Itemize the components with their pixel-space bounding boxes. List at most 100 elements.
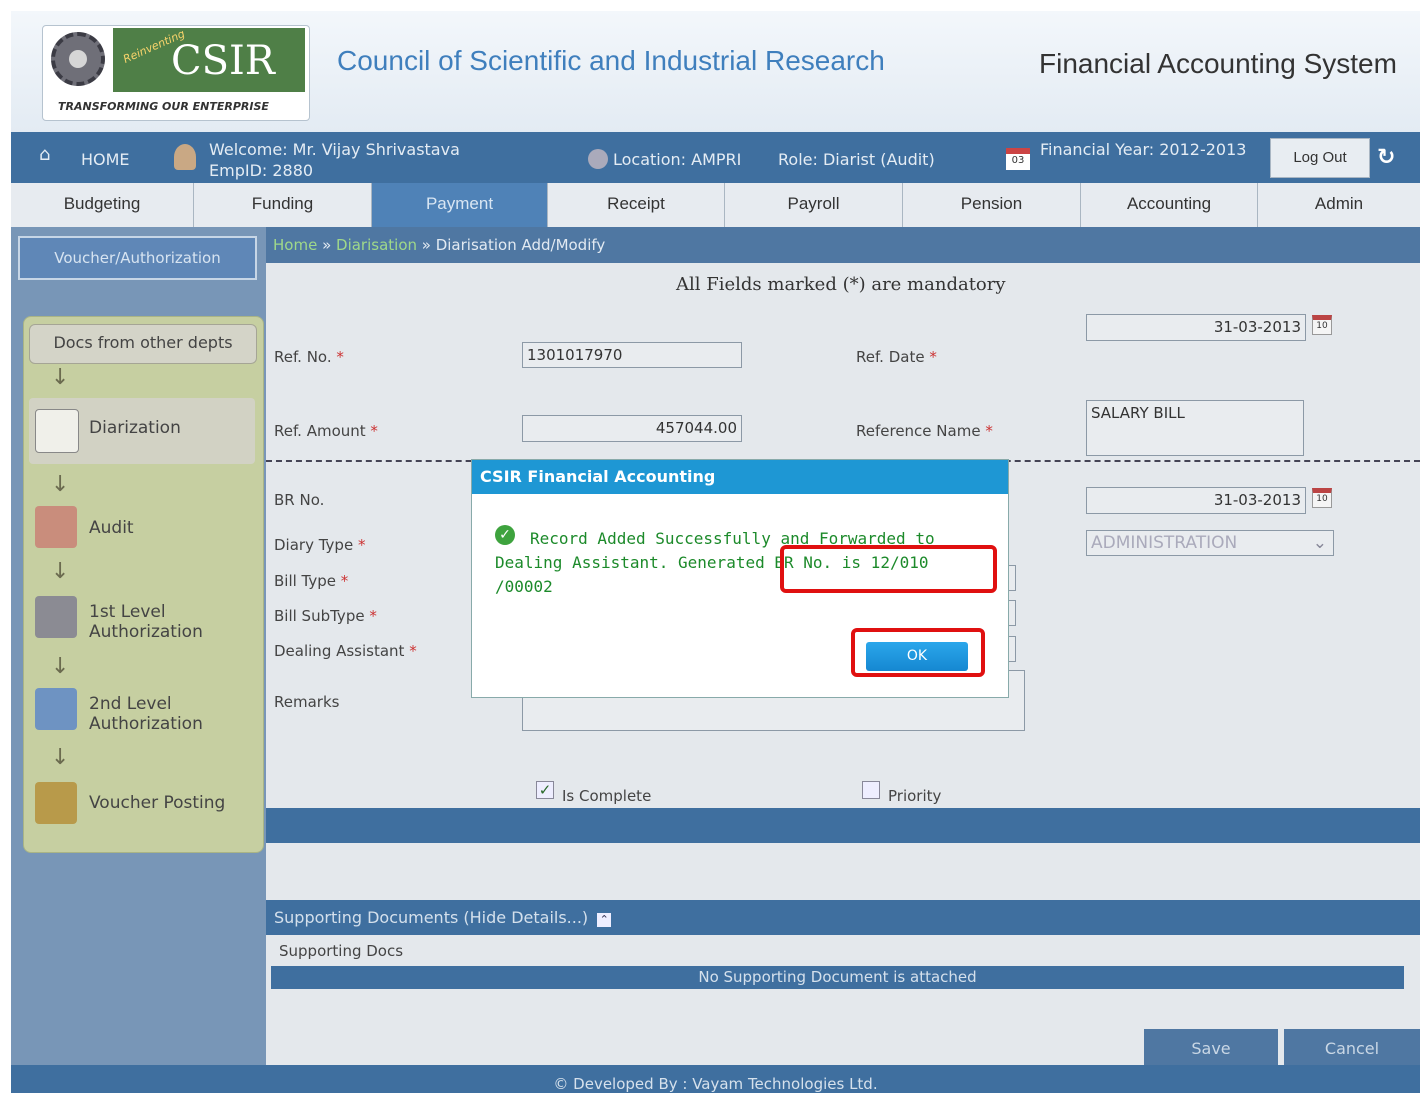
step-label-2: Authorization bbox=[89, 714, 203, 734]
breadcrumb-diarisation[interactable]: Diarisation bbox=[336, 236, 417, 254]
dialog-title: CSIR Financial Accounting bbox=[472, 460, 1008, 494]
arrow-down-icon: ↓ bbox=[51, 472, 70, 497]
tab-payment[interactable]: Payment bbox=[372, 183, 548, 227]
calendar-icon[interactable]: 10 bbox=[1312, 488, 1332, 508]
br-number-highlight bbox=[780, 545, 997, 593]
label-text: Ref. No. bbox=[274, 348, 332, 366]
collapse-icon[interactable]: ⌃ bbox=[597, 913, 612, 927]
main-nav: Budgeting Funding Payment Receipt Payrol… bbox=[11, 183, 1420, 227]
logout-button[interactable]: Log Out bbox=[1270, 138, 1370, 178]
gear-icon bbox=[51, 32, 105, 86]
step-label: Audit bbox=[89, 518, 134, 538]
required-mark: * bbox=[353, 536, 366, 554]
step-label: Voucher Posting bbox=[89, 793, 226, 813]
refresh-icon[interactable]: ↻ bbox=[1377, 145, 1395, 170]
select-value: ADMINISTRATION bbox=[1091, 533, 1238, 553]
book-icon bbox=[35, 409, 79, 453]
csir-logo[interactable]: Reinventing CSIR TRANSFORMING OUR ENTERP… bbox=[42, 25, 310, 121]
department-select[interactable]: ADMINISTRATION ⌄ bbox=[1086, 530, 1334, 556]
breadcrumb-current: Diarisation Add/Modify bbox=[435, 236, 606, 254]
diary-type-label: Diary Type * bbox=[274, 536, 365, 554]
ref-amount-label: Ref. Amount * bbox=[274, 422, 378, 440]
financial-year: Financial Year: 2012-2013 bbox=[1040, 140, 1247, 159]
ref-no-label: Ref. No. * bbox=[274, 348, 344, 366]
step-label: Diarization bbox=[89, 418, 181, 438]
save-button[interactable]: Save bbox=[1144, 1029, 1278, 1065]
step-label: 2nd Level bbox=[89, 694, 172, 714]
reference-name-textarea[interactable]: SALARY BILL bbox=[1086, 400, 1304, 456]
remarks-label: Remarks bbox=[274, 693, 340, 711]
user-bar: ⌂ HOME Welcome: Mr. Vijay Shrivastava Em… bbox=[11, 132, 1420, 183]
priority-label: Priority bbox=[888, 787, 942, 805]
workflow-step-1st-level[interactable]: 1st Level Authorization bbox=[29, 592, 255, 647]
logo-text: CSIR bbox=[171, 38, 275, 84]
breadcrumb-sep: » bbox=[317, 236, 337, 254]
required-mark: * bbox=[331, 348, 344, 366]
system-title: Financial Accounting System bbox=[1039, 48, 1397, 79]
tab-payroll[interactable]: Payroll bbox=[725, 183, 903, 227]
home-link[interactable]: HOME bbox=[81, 150, 130, 169]
tab-receipt[interactable]: Receipt bbox=[548, 183, 725, 227]
cancel-button[interactable]: Cancel bbox=[1284, 1029, 1420, 1065]
chevron-down-icon: ⌄ bbox=[1312, 533, 1327, 553]
tab-admin[interactable]: Admin bbox=[1258, 183, 1420, 227]
is-complete-label: Is Complete bbox=[562, 787, 652, 805]
required-mark: * bbox=[365, 422, 378, 440]
required-mark: * bbox=[924, 348, 937, 366]
location-text: Location: AMPRI bbox=[613, 150, 742, 169]
voucher-authorization-tab[interactable]: Voucher/Authorization bbox=[18, 236, 257, 280]
supporting-docs-label: Supporting Docs bbox=[279, 942, 404, 960]
workflow-step-voucher-posting[interactable]: Voucher Posting bbox=[29, 778, 255, 828]
reference-name-label: Reference Name * bbox=[856, 422, 993, 440]
workflow-panel bbox=[23, 316, 264, 853]
ref-no-input[interactable]: 1301017970 bbox=[522, 342, 742, 368]
label-text: Bill SubType bbox=[274, 607, 365, 625]
tab-accounting[interactable]: Accounting bbox=[1081, 183, 1258, 227]
ref-amount-input[interactable]: 457044.00 bbox=[522, 415, 742, 442]
section-bar bbox=[266, 808, 1420, 843]
person-icon bbox=[35, 596, 77, 638]
arrow-down-icon: ↓ bbox=[51, 745, 70, 770]
label-text: Ref. Date bbox=[856, 348, 925, 366]
docs-from-other-depts-button[interactable]: Docs from other depts bbox=[29, 324, 257, 364]
user-avatar-icon bbox=[174, 144, 196, 170]
users-icon bbox=[35, 506, 77, 548]
calendar-icon: 03 bbox=[1006, 148, 1030, 170]
required-mark: * bbox=[980, 422, 993, 440]
priority-checkbox[interactable] bbox=[862, 781, 880, 799]
is-complete-checkbox[interactable]: ✓ bbox=[536, 781, 554, 799]
label-text: Bill Type bbox=[274, 572, 337, 590]
books-icon bbox=[35, 782, 77, 824]
arrow-down-icon: ↓ bbox=[51, 559, 70, 584]
welcome-text: Welcome: Mr. Vijay Shrivastava bbox=[209, 140, 460, 159]
required-mark: * bbox=[364, 607, 377, 625]
supporting-documents-title: Supporting Documents (Hide Details...) bbox=[274, 908, 589, 927]
supporting-documents-header[interactable]: Supporting Documents (Hide Details...) ⌃ bbox=[266, 900, 1420, 935]
footer: © Developed By : Vayam Technologies Ltd. bbox=[11, 1065, 1420, 1093]
bill-subtype-label: Bill SubType * bbox=[274, 607, 377, 625]
workflow-step-audit[interactable]: Audit bbox=[29, 502, 255, 552]
calendar-icon[interactable]: 10 bbox=[1312, 315, 1332, 335]
tab-pension[interactable]: Pension bbox=[903, 183, 1081, 227]
ref-date-input[interactable]: 31-03-2013 bbox=[1086, 314, 1306, 341]
label-text: Dealing Assistant bbox=[274, 642, 405, 660]
home-icon[interactable]: ⌂ bbox=[39, 144, 50, 165]
ok-button-highlight bbox=[851, 628, 985, 677]
breadcrumb-home[interactable]: Home bbox=[273, 236, 317, 254]
no-docs-message: No Supporting Document is attached bbox=[271, 966, 1404, 989]
required-mark: * bbox=[336, 572, 349, 590]
emp-id: EmpID: 2880 bbox=[209, 161, 314, 180]
role-text: Role: Diarist (Audit) bbox=[778, 150, 935, 169]
tab-budgeting[interactable]: Budgeting bbox=[11, 183, 194, 227]
arrow-down-icon: ↓ bbox=[51, 654, 70, 679]
workflow-step-diarization[interactable]: Diarization bbox=[29, 398, 255, 464]
bill-type-label: Bill Type * bbox=[274, 572, 348, 590]
tab-funding[interactable]: Funding bbox=[194, 183, 372, 227]
breadcrumb: Home » Diarisation » Diarisation Add/Mod… bbox=[266, 227, 1420, 263]
globe-icon bbox=[588, 149, 608, 169]
br-date-input[interactable]: 31-03-2013 bbox=[1086, 487, 1306, 514]
arrow-down-icon: ↓ bbox=[51, 365, 70, 390]
logo-tagline: TRANSFORMING OUR ENTERPRISE bbox=[58, 100, 269, 113]
mandatory-note: All Fields marked (*) are mandatory bbox=[676, 274, 1006, 295]
workflow-step-2nd-level[interactable]: 2nd Level Authorization bbox=[29, 684, 255, 739]
